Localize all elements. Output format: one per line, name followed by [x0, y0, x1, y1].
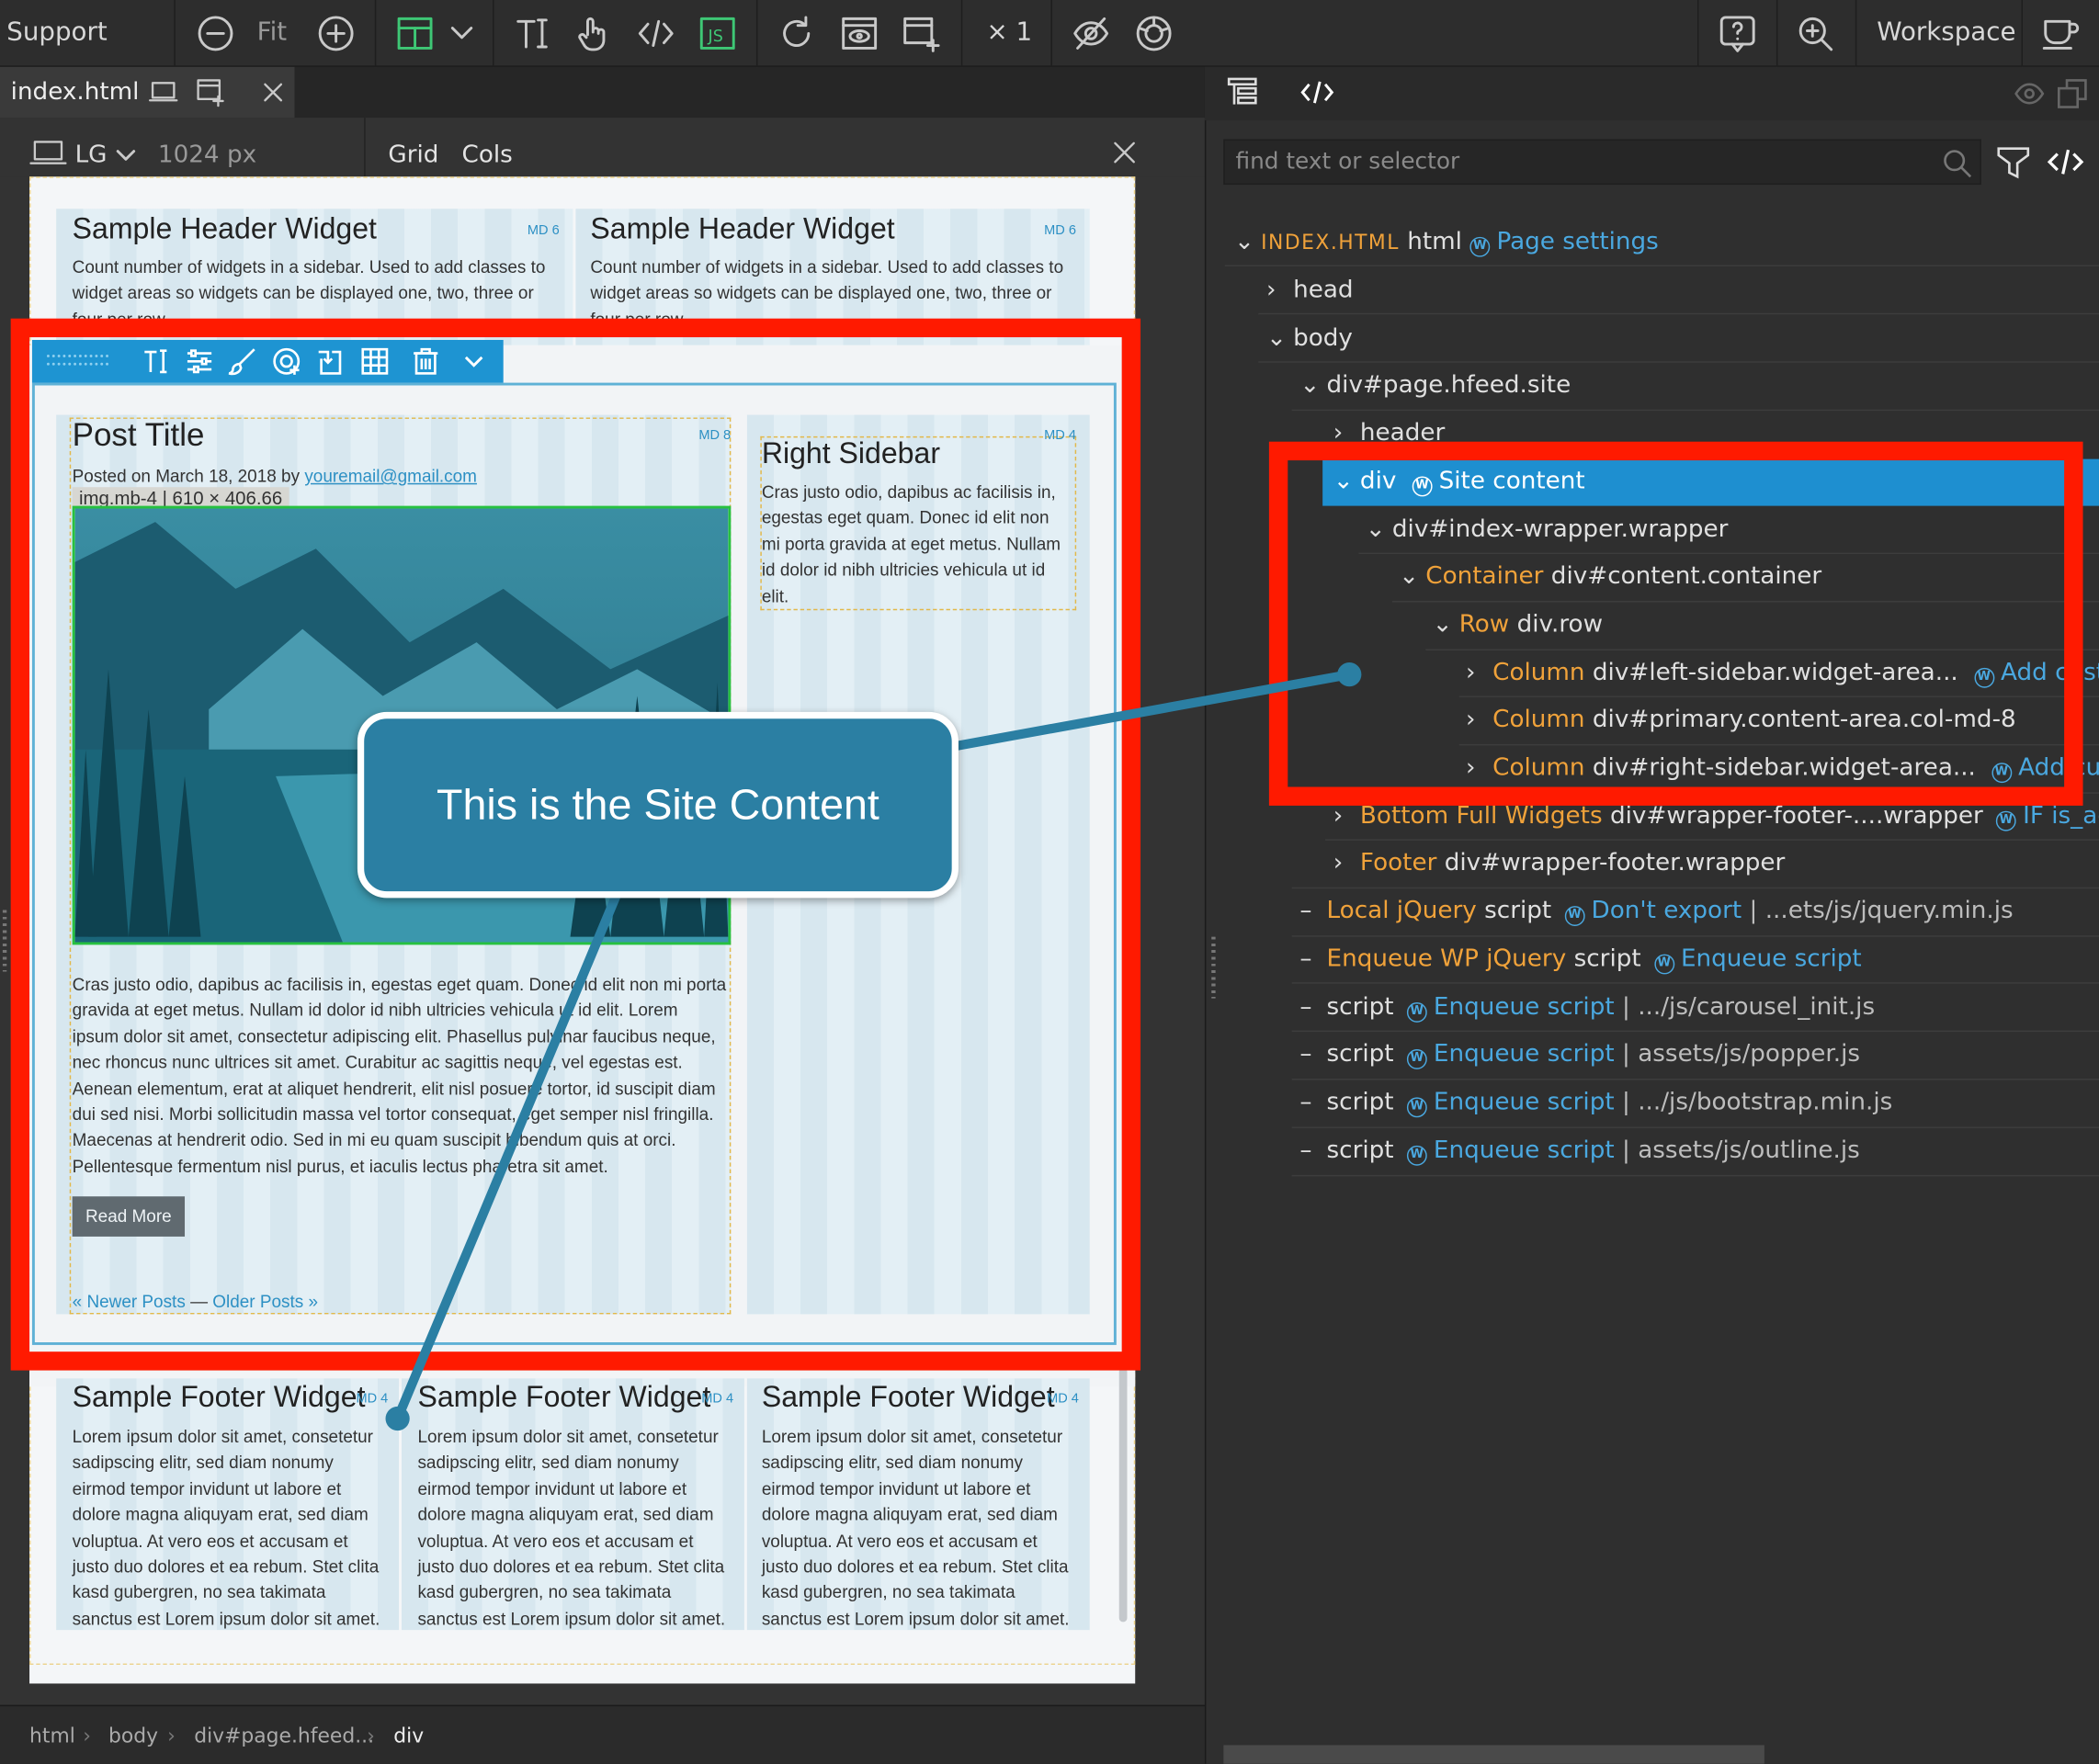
callout-connectors — [385, 662, 1362, 1431]
callout-text: This is the Site Content — [436, 780, 879, 829]
callout-box: This is the Site Content — [357, 711, 959, 899]
